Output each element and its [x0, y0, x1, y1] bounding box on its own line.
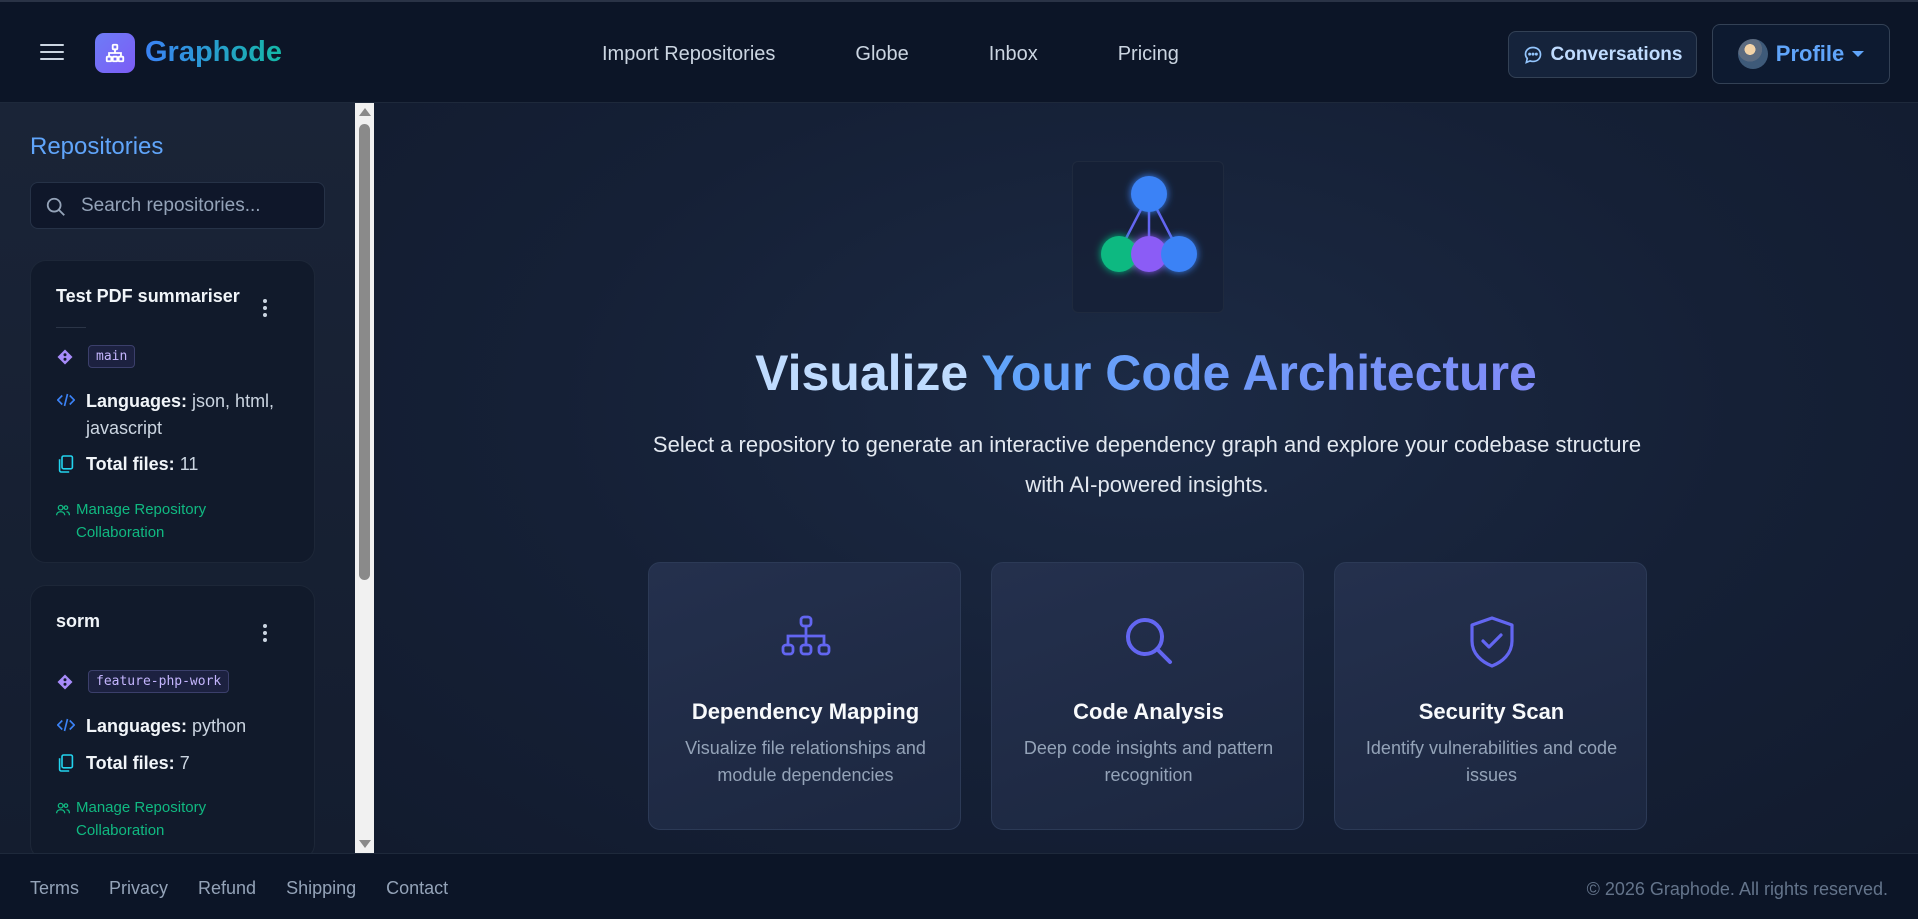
scroll-down-arrow-icon[interactable]: [359, 840, 371, 848]
footer: Terms Privacy Refund Shipping Contact © …: [0, 853, 1918, 919]
brand-name[interactable]: Graphode: [145, 36, 282, 69]
repo-name[interactable]: Test PDF summariser: [56, 286, 240, 307]
repo-name[interactable]: sorm: [56, 611, 100, 632]
conversations-label: Conversations: [1550, 43, 1683, 65]
profile-dropdown-button[interactable]: Profile: [1712, 24, 1890, 84]
feature-title: Security Scan: [1418, 699, 1565, 724]
repo-card[interactable]: sorm feature-php-work Languages: python …: [30, 585, 315, 860]
languages-value: python: [192, 716, 247, 736]
sidebar-scrollbar[interactable]: [355, 103, 374, 853]
total-files-value: 11: [179, 454, 199, 474]
feature-title: Code Analysis: [1073, 699, 1224, 724]
languages-label: Languages:: [86, 716, 188, 736]
conversations-button[interactable]: Conversations: [1508, 31, 1697, 78]
copyright-text: © 2026 Graphode. All rights reserved.: [1586, 879, 1888, 899]
total-files-value: 7: [179, 753, 190, 773]
profile-label: Profile: [1775, 41, 1845, 66]
shield-check-icon: [1335, 615, 1648, 669]
feature-card-code-analysis[interactable]: Code Analysis Deep code insights and pat…: [991, 562, 1304, 830]
hamburger-menu-icon[interactable]: [40, 44, 64, 62]
total-files-row: Total files: 7: [56, 750, 190, 777]
branch-badge: feature-php-work: [88, 670, 230, 693]
hero-title-part1: Visualize: [755, 345, 969, 401]
search-input[interactable]: [81, 195, 311, 217]
more-options-icon[interactable]: [263, 624, 269, 645]
more-options-icon[interactable]: [263, 299, 269, 320]
caret-down-icon: [1852, 51, 1865, 57]
sidebar-title: Repositories: [30, 133, 164, 160]
git-branch-icon: [57, 674, 73, 689]
manage-collaboration-link[interactable]: Manage Repository Collaboration: [56, 796, 256, 842]
feature-description: Visualize file relationships and module …: [685, 738, 926, 785]
nav-link-globe[interactable]: Globe: [855, 43, 908, 66]
magnifier-icon: [992, 615, 1305, 669]
feature-description: Identify vulnerabilities and code issues: [1365, 738, 1618, 785]
repo-search-box[interactable]: [30, 182, 325, 229]
users-icon: [56, 498, 70, 544]
feature-title: Dependency Mapping: [691, 699, 920, 724]
chat-bubble-icon: [1524, 46, 1541, 64]
hero-title: Visualize Your Code Architecture: [0, 344, 1918, 402]
hero-subtitle: Select a repository to generate an inter…: [652, 432, 1642, 497]
total-files-row: Total files: 11: [56, 451, 198, 478]
feature-description: Deep code insights and pattern recogniti…: [1023, 738, 1274, 785]
footer-link-contact[interactable]: Contact: [386, 878, 448, 899]
footer-link-shipping[interactable]: Shipping: [286, 878, 356, 899]
divider: [56, 327, 86, 328]
footer-link-privacy[interactable]: Privacy: [109, 878, 168, 899]
main-nav: Import Repositories Globe Inbox Pricing: [602, 43, 1179, 66]
feature-card-security-scan[interactable]: Security Scan Identify vulnerabilities a…: [1334, 562, 1647, 830]
feature-card-dependency-mapping[interactable]: Dependency Mapping Visualize file relati…: [648, 562, 961, 830]
nav-link-import-repositories[interactable]: Import Repositories: [602, 43, 775, 66]
scroll-up-arrow-icon[interactable]: [359, 108, 371, 116]
avatar: [1737, 39, 1768, 69]
graphode-logo-icon[interactable]: [95, 33, 135, 73]
nav-link-pricing[interactable]: Pricing: [1118, 43, 1179, 66]
total-files-label: Total files:: [86, 454, 175, 474]
files-icon: [56, 750, 76, 777]
branch-row: feature-php-work: [56, 670, 230, 693]
total-files-label: Total files:: [86, 753, 175, 773]
files-icon: [56, 451, 76, 478]
footer-links: Terms Privacy Refund Shipping Contact: [30, 878, 478, 899]
manage-collaboration-label: Manage Repository Collaboration: [76, 799, 207, 839]
top-navbar: Graphode Import Repositories Globe Inbox…: [0, 0, 1918, 103]
repo-card[interactable]: Test PDF summariser main Languages: json…: [30, 260, 315, 563]
languages-row: Languages: python: [56, 713, 246, 740]
code-icon: [56, 713, 76, 740]
search-icon: [46, 197, 65, 216]
sitemap-icon: [649, 615, 962, 657]
footer-link-terms[interactable]: Terms: [30, 878, 79, 899]
hero-title-part2: Your Code Architecture: [981, 345, 1537, 401]
footer-link-refund[interactable]: Refund: [198, 878, 256, 899]
users-icon: [56, 796, 70, 842]
nav-link-inbox[interactable]: Inbox: [989, 43, 1038, 66]
dependency-graph-icon: [1072, 161, 1224, 313]
manage-collaboration-label: Manage Repository Collaboration: [76, 501, 207, 541]
manage-collaboration-link[interactable]: Manage Repository Collaboration: [56, 498, 256, 544]
